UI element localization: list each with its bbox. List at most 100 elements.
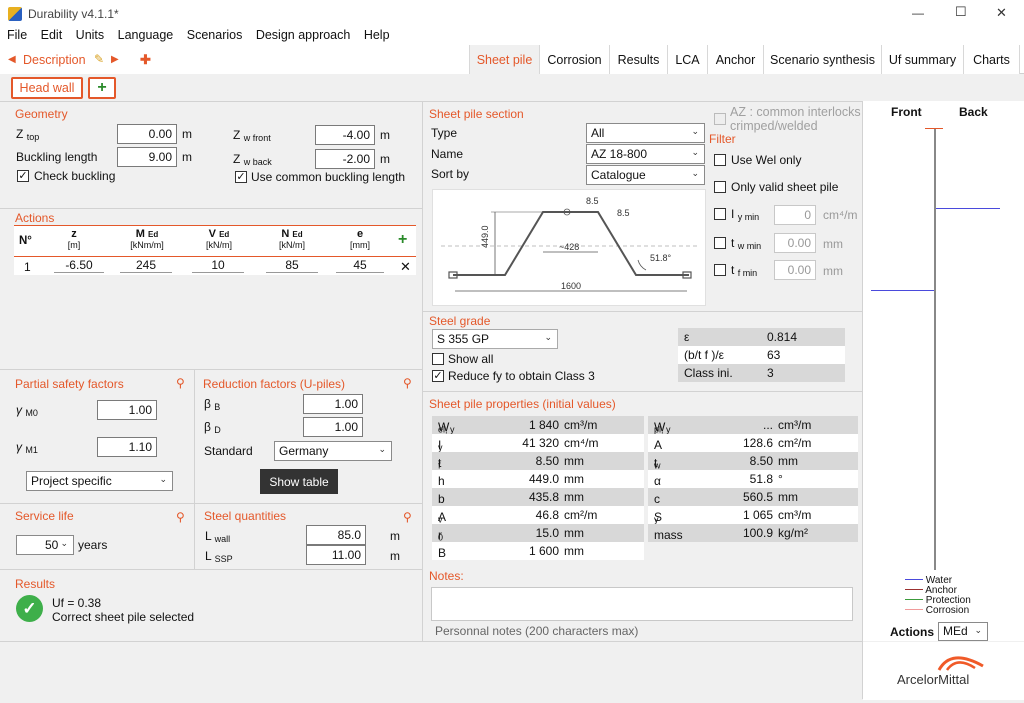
- zw-front-input[interactable]: -4.00: [315, 125, 375, 145]
- use-wel-checkbox[interactable]: [714, 154, 726, 166]
- prev-description-button[interactable]: ◀: [8, 54, 16, 65]
- dim-w: ~428: [559, 242, 579, 252]
- action-e[interactable]: 45: [336, 258, 384, 273]
- use-common-buckling-checkbox[interactable]: ✓: [235, 171, 247, 183]
- show-table-button[interactable]: Show table: [260, 469, 338, 494]
- tab-anchor[interactable]: Anchor: [708, 45, 764, 74]
- only-valid-checkbox[interactable]: [714, 181, 726, 193]
- az-common-checkbox[interactable]: [714, 113, 726, 125]
- iy-min-input[interactable]: 0: [774, 205, 816, 225]
- table-row: b 435.8 mm: [432, 488, 644, 506]
- logo-text: ArcelorMittal: [897, 672, 970, 687]
- z-top-input[interactable]: 0.00: [117, 124, 177, 144]
- tw-min-checkbox[interactable]: [714, 237, 726, 249]
- tf-min-checkbox[interactable]: [714, 264, 726, 276]
- menu-help[interactable]: Help: [364, 28, 390, 42]
- tab-uf-summary[interactable]: Uf summary: [882, 45, 964, 74]
- l-wall-input[interactable]: 85.0: [306, 525, 366, 545]
- check-buckling-label: Check buckling: [34, 169, 116, 183]
- tw-min-input[interactable]: 0.00: [774, 233, 816, 253]
- close-button[interactable]: ✕: [996, 5, 1007, 21]
- action-z[interactable]: -6.50: [54, 258, 104, 273]
- prop-unit: mm: [564, 526, 584, 540]
- service-life-unit: years: [78, 538, 108, 552]
- notes-title: Notes:: [429, 569, 464, 583]
- prop-value: 46.8: [535, 508, 559, 522]
- gamma-m1-input[interactable]: 1.10: [97, 437, 157, 457]
- l-ssp-input[interactable]: 11.00: [306, 545, 366, 565]
- table-row: B 1 600 mm: [432, 542, 644, 560]
- prop-key: A v: [438, 510, 447, 525]
- head-wall-button[interactable]: Head wall: [11, 77, 83, 99]
- steel-grade-select[interactable]: S 355 GP ⌄: [432, 329, 558, 349]
- sort-by-select[interactable]: Catalogue ⌄: [586, 165, 705, 185]
- action-n-ed[interactable]: 85: [266, 258, 318, 273]
- action-n: 1: [24, 260, 31, 274]
- name-select[interactable]: AZ 18-800 ⌄: [586, 144, 705, 164]
- menu-language[interactable]: Language: [118, 28, 174, 42]
- menu-edit[interactable]: Edit: [41, 28, 63, 42]
- z-top-label: Z top: [16, 127, 40, 142]
- iy-min-checkbox[interactable]: [714, 208, 726, 220]
- prop-unit: cm³/m: [778, 418, 812, 432]
- pin-icon[interactable]: ⚲: [176, 376, 185, 390]
- description-label[interactable]: Description: [23, 53, 86, 67]
- menu-file[interactable]: File: [7, 28, 27, 42]
- table-row[interactable]: 1 -6.50 245 10 85 45 ✕: [14, 257, 416, 275]
- dim-t2: 8.5: [617, 208, 630, 218]
- tab-corrosion[interactable]: Corrosion: [540, 45, 610, 74]
- chart-legend: Water Anchor Protection Corrosion: [905, 576, 971, 616]
- zw-back-input[interactable]: -2.00: [315, 149, 375, 169]
- show-all-label: Show all: [448, 352, 494, 366]
- gamma-m0-input[interactable]: 1.00: [97, 400, 157, 420]
- show-all-checkbox[interactable]: [432, 353, 444, 365]
- type-label: Type: [431, 126, 458, 140]
- check-buckling-checkbox[interactable]: ✓: [17, 170, 29, 182]
- add-action-button[interactable]: +: [398, 231, 407, 249]
- chart-panel: Front Back Water Anchor Protection Corro…: [863, 101, 1024, 641]
- add-description-button[interactable]: ✚: [140, 52, 151, 68]
- minimize-button[interactable]: —: [912, 6, 924, 20]
- actions-header-v: V Ed [kN/m]: [206, 228, 232, 251]
- pin-icon[interactable]: ⚲: [176, 510, 185, 524]
- zw-front-label: Z w front: [233, 128, 271, 143]
- beta-b-input[interactable]: 1.00: [303, 394, 363, 414]
- tf-min-input[interactable]: 0.00: [774, 260, 816, 280]
- next-description-button[interactable]: ▶: [111, 54, 119, 65]
- actions-header-n-ed: N Ed [kN/m]: [279, 228, 305, 251]
- beta-d-input[interactable]: 1.00: [303, 417, 363, 437]
- tab-lca[interactable]: LCA: [668, 45, 708, 74]
- table-row: r 0 15.0 mm: [432, 524, 644, 542]
- actions-header-z: z [m]: [67, 228, 81, 251]
- service-life-title: Service life: [15, 509, 74, 523]
- tab-scenario-synthesis[interactable]: Scenario synthesis: [764, 45, 882, 74]
- service-life-select[interactable]: 50 ⌄: [16, 535, 74, 555]
- tab-results[interactable]: Results: [610, 45, 668, 74]
- tab-sheet-pile[interactable]: Sheet pile: [469, 45, 540, 74]
- delete-action-icon[interactable]: ✕: [400, 259, 411, 275]
- tw-min-label: t w min: [731, 236, 762, 251]
- buckling-length-input[interactable]: 9.00: [117, 147, 177, 167]
- menu-units[interactable]: Units: [76, 28, 104, 42]
- dim-t1: 8.5: [586, 196, 599, 206]
- tab-charts[interactable]: Charts: [964, 45, 1020, 74]
- type-select[interactable]: All ⌄: [586, 123, 705, 143]
- wall-top-marker: [925, 128, 943, 129]
- maximize-button[interactable]: ☐: [955, 4, 967, 20]
- menu-design-approach[interactable]: Design approach: [256, 28, 351, 42]
- prop-unit: mm: [564, 544, 584, 558]
- action-m[interactable]: 245: [120, 258, 172, 273]
- action-v[interactable]: 10: [192, 258, 244, 273]
- partial-safety-title: Partial safety factors: [15, 377, 124, 391]
- reduce-fy-checkbox[interactable]: ✓: [432, 370, 444, 382]
- add-wall-button[interactable]: +: [88, 77, 116, 99]
- chart-actions-select[interactable]: MEd ⌄: [938, 622, 988, 641]
- menu-scenarios[interactable]: Scenarios: [187, 28, 243, 42]
- pin-icon[interactable]: ⚲: [403, 376, 412, 390]
- edit-pencil-icon[interactable]: ✎: [94, 52, 104, 66]
- beta-d-label: β D: [204, 420, 221, 435]
- notes-textarea[interactable]: [431, 587, 853, 621]
- safety-mode-select[interactable]: Project specific ⌄: [26, 471, 173, 491]
- standard-select[interactable]: Germany ⌄: [274, 441, 392, 461]
- pin-icon[interactable]: ⚲: [403, 510, 412, 524]
